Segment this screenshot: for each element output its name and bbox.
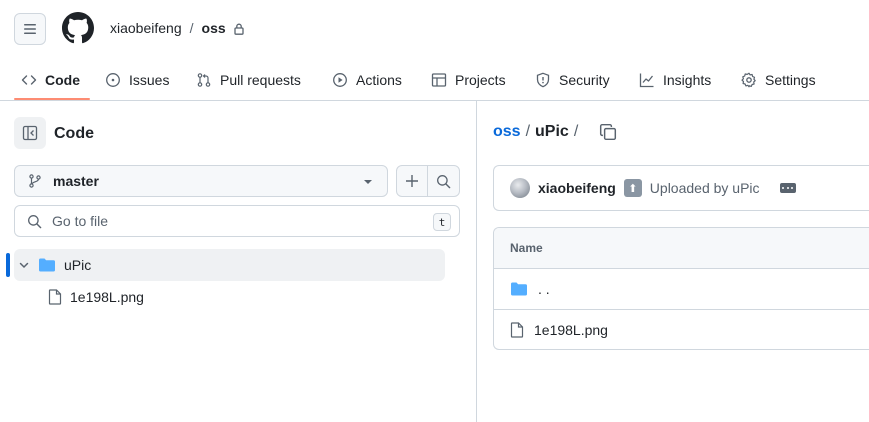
go-to-file-input[interactable]: Go to file t: [14, 205, 460, 237]
path-root-link[interactable]: oss: [493, 123, 521, 141]
directory-path: oss / uPic /: [493, 123, 617, 141]
tab-label: Settings: [765, 72, 816, 88]
table-header: Name: [494, 228, 869, 269]
file-icon: [510, 321, 524, 338]
branch-icon: [29, 174, 41, 188]
up-arrow-emoji-icon: ⬆: [623, 179, 642, 197]
branch-selector[interactable]: master: [14, 165, 388, 197]
avatar[interactable]: [510, 178, 530, 198]
latest-commit-bar: xiaobeifeng ⬆ Uploaded by uPic: [493, 165, 869, 211]
hamburger-menu-button[interactable]: [14, 13, 46, 45]
tree-item-label: uPic: [64, 257, 92, 273]
tab-actions[interactable]: Actions: [332, 60, 402, 100]
branch-name: master: [53, 173, 99, 189]
plus-icon: [406, 175, 418, 187]
collapse-sidebar-button[interactable]: [14, 117, 46, 149]
code-icon: [21, 75, 37, 85]
keyboard-shortcut-hint: t: [433, 213, 451, 231]
github-logo-icon[interactable]: [62, 12, 94, 44]
file-table: Name . . 1e198L.png: [493, 227, 869, 350]
hamburger-icon: [24, 24, 36, 34]
path-separator: /: [525, 123, 531, 140]
pull-request-icon: [197, 73, 211, 87]
directory-view: oss / uPic / xiaobeifeng ⬆ Uploaded by u…: [478, 101, 869, 422]
folder-open-icon: [39, 258, 55, 272]
graph-icon: [639, 73, 654, 88]
tab-insights[interactable]: Insights: [639, 60, 711, 100]
repo-name-link[interactable]: oss: [202, 20, 226, 36]
tab-projects[interactable]: Projects: [431, 60, 506, 100]
gear-icon: [741, 72, 756, 88]
file-tree-title: Code: [54, 125, 94, 142]
column-header-name: Name: [510, 241, 543, 255]
tree-actions: [396, 165, 460, 197]
commit-message[interactable]: Uploaded by uPic: [650, 180, 760, 196]
tab-label: Security: [559, 72, 610, 88]
tab-settings[interactable]: Settings: [741, 60, 816, 100]
tab-security[interactable]: Security: [535, 60, 610, 100]
tree-item-label: 1e198L.png: [70, 289, 144, 305]
row-label: . .: [538, 281, 550, 297]
path-current: uPic: [535, 123, 569, 140]
search-code-button[interactable]: [428, 166, 459, 196]
issue-icon: [106, 73, 120, 87]
folder-icon: [511, 282, 527, 296]
table-row[interactable]: 1e198L.png: [494, 309, 869, 349]
chevron-down-icon: [364, 180, 372, 184]
file-tree-panel: Code master Go to file t uPic 1e198L.png: [0, 101, 477, 422]
add-file-button[interactable]: [397, 166, 429, 196]
tree-item-file[interactable]: 1e198L.png: [14, 281, 445, 313]
sidebar-collapse-icon: [22, 125, 38, 141]
shield-icon: [536, 72, 550, 88]
search-icon: [28, 214, 42, 228]
table-icon: [431, 73, 447, 87]
tab-pull-requests[interactable]: Pull requests: [196, 60, 301, 100]
chevron-down-icon[interactable]: [18, 259, 30, 271]
copy-icon[interactable]: [599, 123, 617, 141]
breadcrumb-separator: /: [189, 20, 194, 36]
repo-owner-link[interactable]: xiaobeifeng: [110, 20, 182, 36]
tab-label: Code: [45, 72, 80, 88]
go-to-file-placeholder: Go to file: [52, 213, 109, 229]
path-separator: /: [573, 123, 579, 140]
tab-label: Projects: [455, 72, 506, 88]
repo-nav-tabs: Code Issues Pull requests Actions Projec…: [0, 60, 869, 101]
tab-code[interactable]: Code: [21, 60, 80, 100]
tab-label: Actions: [356, 72, 402, 88]
tree-item-upic-folder[interactable]: uPic: [14, 249, 445, 281]
commit-author[interactable]: xiaobeifeng: [538, 180, 616, 196]
tab-label: Insights: [663, 72, 712, 88]
row-label[interactable]: 1e198L.png: [534, 322, 608, 338]
repo-breadcrumb: xiaobeifeng / oss: [110, 20, 244, 36]
tab-issues[interactable]: Issues: [105, 60, 169, 100]
tab-label: Issues: [129, 72, 170, 88]
lock-icon: [233, 23, 244, 35]
file-icon: [48, 289, 62, 305]
table-row[interactable]: . .: [494, 269, 869, 309]
ellipsis-icon[interactable]: [779, 183, 796, 193]
top-bar: xiaobeifeng / oss: [0, 0, 869, 60]
selected-indicator: [6, 253, 10, 277]
play-icon: [333, 73, 347, 87]
search-icon: [437, 174, 451, 188]
active-tab-underline: [14, 98, 90, 100]
tab-label: Pull requests: [220, 72, 301, 88]
